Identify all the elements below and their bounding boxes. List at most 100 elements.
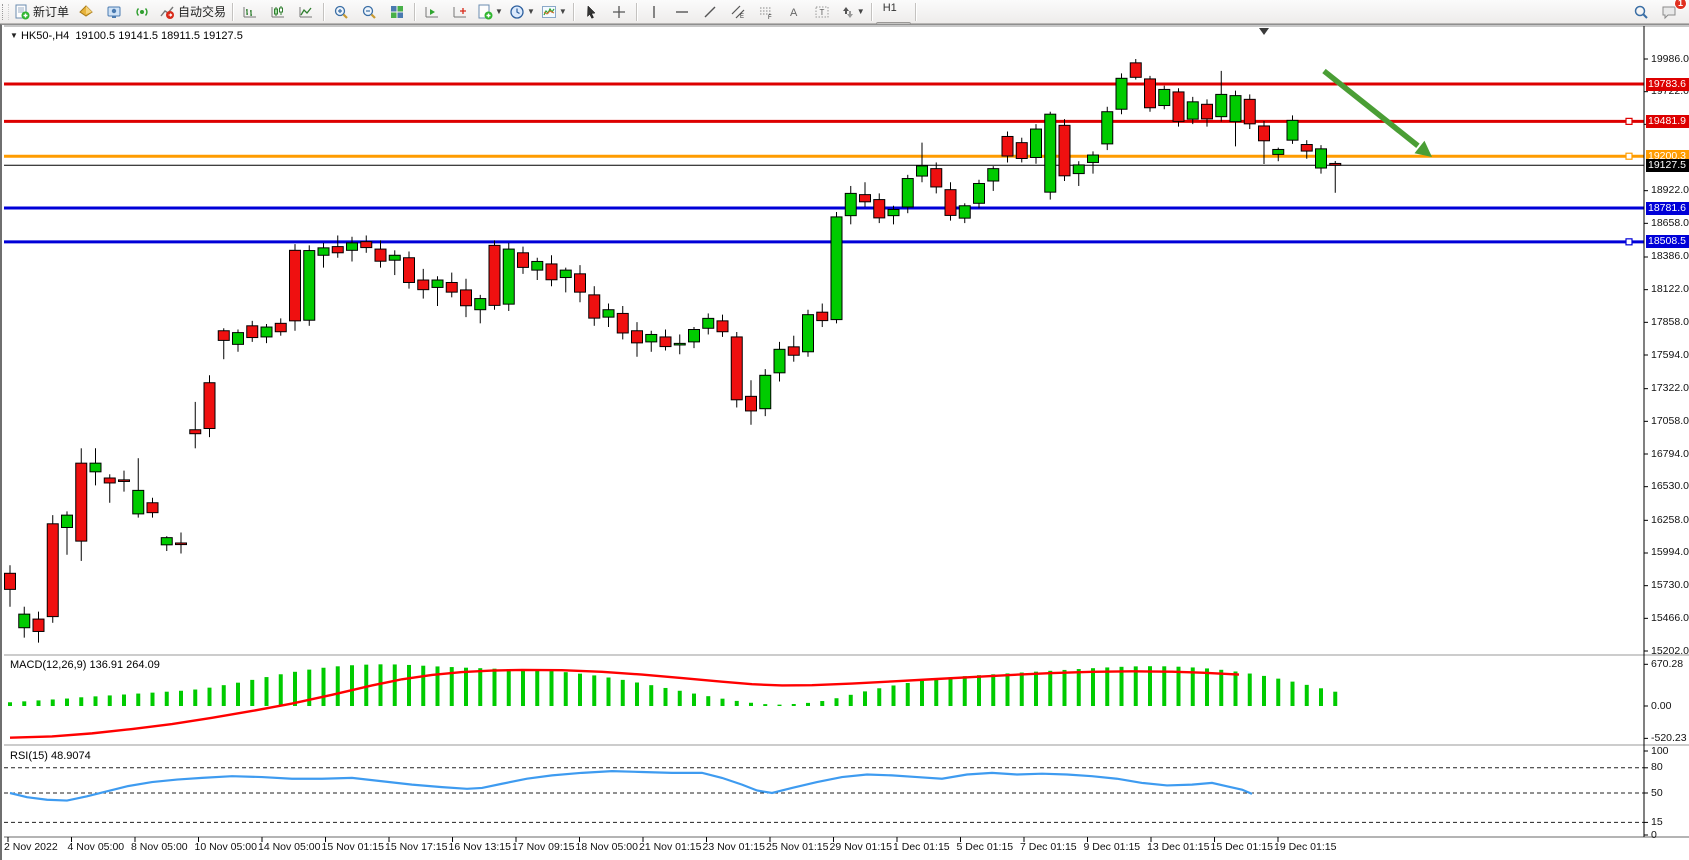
market-depth-button[interactable] [72, 0, 100, 23]
time-axis-label: 8 Nov 05:00 [131, 841, 188, 853]
dropdown-arrow-icon: ▼ [857, 7, 865, 16]
line-chart-button[interactable] [292, 0, 320, 23]
zoom-out-button[interactable] [355, 0, 383, 23]
price-axis-tick: 15202.0 [1651, 645, 1689, 657]
fibonacci-icon: F [758, 4, 774, 20]
price-line-label[interactable]: 18781.6 [1646, 202, 1689, 215]
cursor-button[interactable] [577, 0, 605, 23]
candle-chart-button[interactable] [264, 0, 292, 23]
zoom-in-icon [333, 4, 349, 20]
signals-icon [134, 4, 150, 20]
price-axis-tick: 16530.0 [1651, 480, 1689, 492]
templates-button[interactable]: ▼ [474, 0, 506, 23]
signals-button[interactable] [128, 0, 156, 23]
dropdown-arrow-icon: ▼ [527, 7, 535, 16]
auto-scroll-icon [424, 4, 440, 20]
price-axis-tick: 17858.0 [1651, 316, 1689, 328]
svg-text:A: A [790, 7, 798, 19]
vertical-line-button[interactable] [640, 0, 668, 23]
macd-axis-tick: -520.23 [1651, 732, 1687, 744]
rsi-indicator-label: RSI(15) 48.9074 [10, 750, 91, 762]
tile-windows-button[interactable] [383, 0, 411, 23]
price-line-label[interactable]: 19481.9 [1646, 115, 1689, 128]
price-line-label[interactable]: 18508.5 [1646, 235, 1689, 248]
chart-shift-button[interactable] [446, 0, 474, 23]
zoom-in-button[interactable] [327, 0, 355, 23]
price-chart-canvas[interactable] [2, 25, 1689, 860]
time-axis-label: 10 Nov 05:00 [195, 841, 257, 853]
time-axis-label: 29 Nov 01:15 [830, 841, 892, 853]
new-order-label: 新订单 [33, 3, 69, 20]
time-axis-label: 23 Nov 01:15 [703, 841, 765, 853]
templates-icon [477, 4, 493, 20]
bar-chart-button[interactable] [236, 0, 264, 23]
main-toolbar: 新订单 自动交易 [0, 0, 1689, 24]
search-button[interactable] [1627, 0, 1655, 23]
price-axis-tick: 18122.0 [1651, 283, 1689, 295]
profiles-button[interactable] [100, 0, 128, 23]
chart-dropdown-icon[interactable]: ▼ [10, 31, 18, 40]
dropdown-arrow-icon: ▼ [559, 7, 567, 16]
text-icon: A [786, 4, 802, 20]
price-axis-tick: 18922.0 [1651, 184, 1689, 196]
toolbar-separator [414, 3, 415, 21]
macd-indicator-label: MACD(12,26,9) 136.91 264.09 [10, 659, 160, 671]
macd-axis-tick: 0.00 [1651, 700, 1671, 712]
time-axis-label: 19 Dec 01:15 [1274, 841, 1336, 853]
chart-area[interactable]: ▼ HK50-,H4 19100.5 19141.5 18911.5 19127… [0, 24, 1689, 860]
text-button[interactable]: A [780, 0, 808, 23]
autotrade-button[interactable]: 自动交易 [156, 0, 229, 23]
rsi-axis-tick: 80 [1651, 761, 1663, 773]
arrows-button[interactable]: ▼ [836, 0, 868, 23]
bar-chart-icon [242, 4, 258, 20]
price-axis-tick: 18386.0 [1651, 250, 1689, 262]
time-axis-label: 14 Nov 05:00 [258, 841, 320, 853]
horizontal-line-button[interactable] [668, 0, 696, 23]
price-axis-tick: 17322.0 [1651, 382, 1689, 394]
trendline-icon [702, 4, 718, 20]
time-axis-label: 13 Dec 01:15 [1147, 841, 1209, 853]
notifications-button[interactable]: 1 [1655, 0, 1683, 23]
toolbar-grip[interactable] [2, 4, 9, 20]
indicators-button[interactable]: ▼ [538, 0, 570, 23]
price-axis-tick: 15730.0 [1651, 579, 1689, 591]
price-axis-tick: 17058.0 [1651, 415, 1689, 427]
toolbar-separator [323, 3, 324, 21]
dropdown-arrow-icon: ▼ [495, 7, 503, 16]
search-icon [1633, 4, 1649, 20]
autotrade-label: 自动交易 [178, 3, 226, 20]
text-label-button[interactable]: T [808, 0, 836, 23]
chart-symbol-period: HK50-,H4 [21, 30, 69, 42]
current-price-label: 19127.5 [1646, 159, 1689, 172]
tile-windows-icon [389, 4, 405, 20]
price-axis-tick: 16258.0 [1651, 514, 1689, 526]
toolbar-separator [915, 3, 916, 21]
autotrade-icon [159, 4, 175, 20]
price-axis-tick: 15466.0 [1651, 612, 1689, 624]
time-axis-label: 18 Nov 05:00 [576, 841, 638, 853]
period-button[interactable]: ▼ [506, 0, 538, 23]
equidistant-channel-icon: E [730, 4, 746, 20]
fibonacci-button[interactable]: F [752, 0, 780, 23]
price-line-label[interactable]: 19783.6 [1646, 78, 1689, 91]
timeframe-button-h1[interactable]: H1 [876, 1, 911, 22]
time-axis-label: 21 Nov 01:15 [639, 841, 701, 853]
toolbar-separator [232, 3, 233, 21]
crosshair-button[interactable] [605, 0, 633, 23]
price-axis-tick: 19986.0 [1651, 53, 1689, 65]
equidistant-channel-button[interactable]: E [724, 0, 752, 23]
toolbar-separator [573, 3, 574, 21]
time-axis-label: 7 Dec 01:15 [1020, 841, 1077, 853]
chart-ohlc-values: 19100.5 19141.5 18911.5 19127.5 [75, 30, 242, 42]
new-order-button[interactable]: 新订单 [11, 0, 72, 23]
price-axis-tick: 17594.0 [1651, 349, 1689, 361]
toolbar-separator [871, 3, 872, 21]
trendline-button[interactable] [696, 0, 724, 23]
time-axis-label: 25 Nov 01:15 [766, 841, 828, 853]
price-axis-tick: 16794.0 [1651, 448, 1689, 460]
time-axis-label: 1 Dec 01:15 [893, 841, 950, 853]
arrows-icon [839, 4, 855, 20]
rsi-axis-tick: 0 [1651, 829, 1657, 841]
auto-scroll-button[interactable] [418, 0, 446, 23]
line-chart-icon [298, 4, 314, 20]
